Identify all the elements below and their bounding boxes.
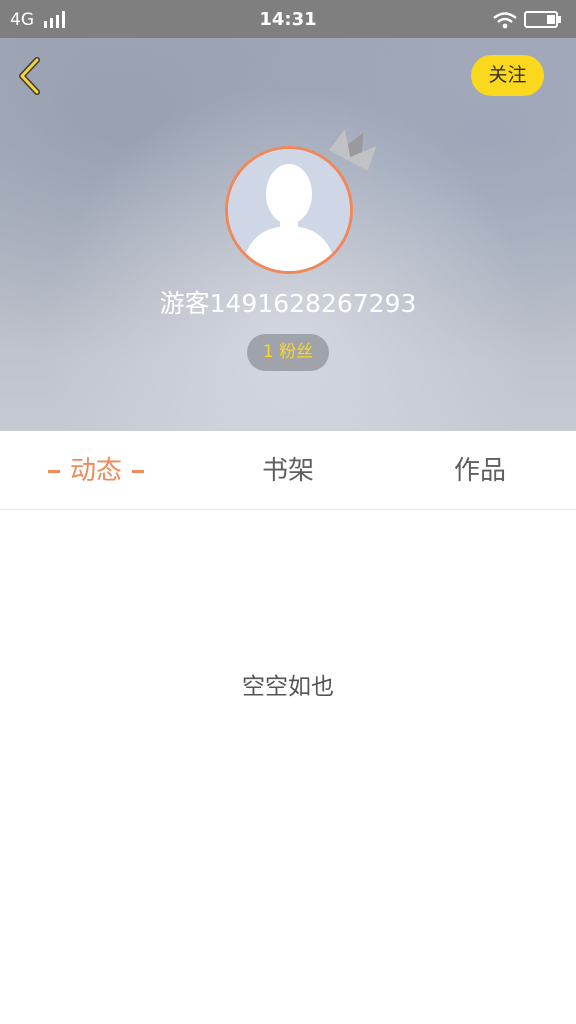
wifi-icon	[493, 12, 517, 29]
empty-state-text: 空空如也	[242, 674, 334, 700]
tab-indicator-left	[47, 470, 60, 473]
tab-label: 动态	[69, 456, 122, 486]
profile-header: 关注 游客1491628267293 1 粉丝	[0, 38, 576, 431]
tab-indicator-right	[132, 470, 144, 473]
avatar[interactable]	[225, 146, 353, 274]
battery-icon	[524, 11, 561, 28]
tab-label: 作品	[453, 456, 506, 486]
tab-bar: 动态 书架 作品	[0, 431, 576, 510]
status-bar: 4G 14:31	[0, 0, 576, 38]
tab-works[interactable]: 作品	[384, 431, 576, 509]
status-time: 14:31	[259, 9, 317, 30]
default-avatar-icon	[228, 149, 350, 271]
tab-label: 书架	[261, 456, 314, 486]
tab-activity[interactable]: 动态	[0, 431, 192, 509]
profile-screen: 4G 14:31 关注 游客1491628267293 1 粉丝 动态 书架 作…	[0, 0, 576, 1024]
fans-count-badge[interactable]: 1 粉丝	[247, 334, 329, 371]
chevron-left-icon	[19, 57, 40, 95]
username: 游客1491628267293	[159, 289, 417, 318]
follow-button[interactable]: 关注	[471, 55, 544, 96]
back-button[interactable]	[10, 54, 52, 98]
tab-bookshelf[interactable]: 书架	[192, 431, 384, 509]
